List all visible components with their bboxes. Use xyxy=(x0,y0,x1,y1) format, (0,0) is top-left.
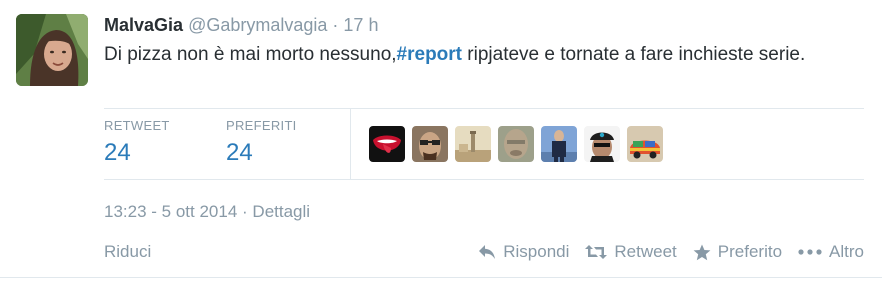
retweet-icon xyxy=(585,245,608,259)
favoriter-avatar-man-on-street[interactable] xyxy=(541,126,577,162)
tweet-card: MalvaGia @Gabrymalvagia · 17 h Di pizza … xyxy=(0,0,882,281)
stats-vertical-divider xyxy=(350,108,351,180)
favoriter-avatar-man-with-cap[interactable] xyxy=(584,126,620,162)
avatar[interactable] xyxy=(16,14,88,86)
reply-button[interactable]: Rispondi xyxy=(478,242,569,262)
favorite-button[interactable]: Preferito xyxy=(693,242,782,262)
retweet-stat-label: RETWEET xyxy=(104,118,170,133)
details-link[interactable]: Dettagli xyxy=(252,202,310,221)
tweet-text-before: Di pizza non è mai morto nessuno, xyxy=(104,44,397,65)
hashtag-link[interactable]: #report xyxy=(397,44,462,65)
tweet-bottom-border xyxy=(0,277,882,278)
author-username[interactable]: @Gabrymalvagia xyxy=(188,15,327,35)
reply-label: Rispondi xyxy=(503,242,570,261)
tweet-timestamp[interactable]: 13:23 - 5 ott 2014 xyxy=(104,202,237,221)
avatar-image xyxy=(16,14,88,86)
author-fullname[interactable]: MalvaGia xyxy=(104,15,183,35)
favorite-count: 24 xyxy=(226,139,253,166)
collapse-link[interactable]: Riduci xyxy=(104,242,151,262)
favorite-stat-label: PREFERITI xyxy=(226,118,297,133)
tweet-datetime: 13:23 - 5 ott 2014 · Dettagli xyxy=(104,202,310,222)
tweet-header: MalvaGia @Gabrymalvagia · 17 h xyxy=(104,14,378,36)
reply-icon xyxy=(479,245,496,259)
retweet-stat[interactable]: RETWEET 24 xyxy=(104,118,170,167)
more-dots-icon xyxy=(798,249,822,255)
favoriter-avatars xyxy=(369,126,663,162)
favorite-label: Preferito xyxy=(717,242,783,261)
favoriter-avatar-colorful-car[interactable] xyxy=(627,126,663,162)
retweet-button[interactable]: Retweet xyxy=(585,242,677,262)
tweet-time[interactable]: 17 h xyxy=(343,15,378,35)
tweet-text-after: ripjateve e tornate a fare inchieste ser… xyxy=(462,44,806,65)
favorite-stat[interactable]: PREFERITI 24 xyxy=(226,118,297,167)
stats-bottom-divider xyxy=(104,179,864,180)
more-button[interactable]: Altro xyxy=(798,242,864,262)
retweet-label: Retweet xyxy=(614,242,677,261)
more-label: Altro xyxy=(829,242,864,261)
header-separator: · xyxy=(332,15,339,35)
datetime-separator: · xyxy=(242,202,248,221)
tweet-text: Di pizza non è mai morto nessuno,#report… xyxy=(104,42,864,68)
favoriter-avatar-man-face-blurred[interactable] xyxy=(498,126,534,162)
tweet-actions: Rispondi Retweet Preferito Altro xyxy=(478,242,864,262)
favoriter-avatar-tower-landscape[interactable] xyxy=(455,126,491,162)
favoriter-avatar-rolling-stones-lips[interactable] xyxy=(369,126,405,162)
favoriter-avatar-man-with-glasses[interactable] xyxy=(412,126,448,162)
stats-top-divider xyxy=(104,108,864,109)
star-icon xyxy=(693,244,711,260)
retweet-count: 24 xyxy=(104,139,131,166)
